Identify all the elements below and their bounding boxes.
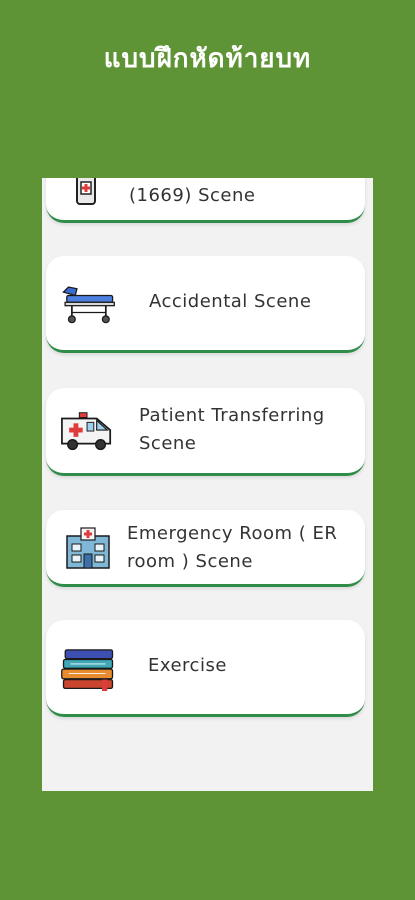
books-icon [60,644,116,696]
menu-item-patient-transferring-scene[interactable]: Patient Transferring Scene [46,388,365,476]
phone-medical-icon [66,178,106,208]
menu-item-label: Exercise [148,655,227,676]
menu-item-emergency-room-scene[interactable]: Emergency Room ( ER room ) Scene [46,510,365,587]
menu-list[interactable]: (1669) Scene Accidental Scene Patient Tr… [42,178,373,791]
page-title: แบบฝึกหัดท้ายบท [103,44,312,74]
menu-item-accidental-scene[interactable]: Accidental Scene [46,256,365,353]
menu-item-label: (1669) Scene [129,185,256,206]
hospital-icon [60,522,116,574]
menu-item-label: Accidental Scene [149,291,312,312]
ambulance-icon [60,406,116,458]
menu-item-exercise[interactable]: Exercise [46,620,365,717]
menu-item-1669-scene[interactable]: (1669) Scene [46,178,365,223]
stretcher-icon [60,278,116,330]
menu-item-label: Emergency Room ( ER room ) Scene [127,523,338,572]
menu-item-label: Patient Transferring Scene [139,405,325,454]
